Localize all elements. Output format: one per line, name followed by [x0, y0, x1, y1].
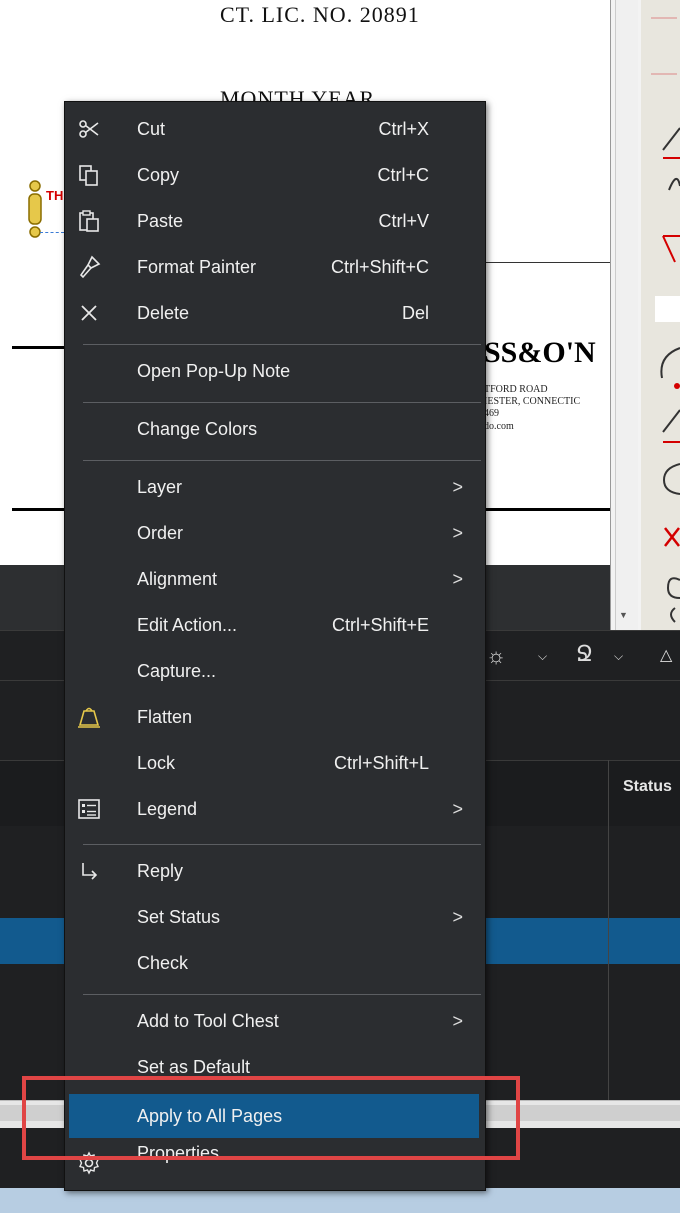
menu-item-shortcut: Ctrl+Shift+L: [333, 753, 429, 773]
chevron-down-icon[interactable]: ⌵: [614, 649, 623, 664]
menu-item-edit-action[interactable]: Edit Action... Ctrl+Shift+E: [65, 602, 485, 648]
menu-item-paste[interactable]: Paste Ctrl+V: [65, 198, 485, 244]
menu-item-copy[interactable]: Copy Ctrl+C: [65, 152, 485, 198]
submenu-arrow-icon: >: [452, 523, 463, 543]
markup-text[interactable]: TH: [46, 188, 63, 203]
menu-item-order[interactable]: Order >: [65, 510, 485, 556]
status-column-header[interactable]: Status: [623, 778, 672, 796]
menu-item-add-to-tool-chest[interactable]: Add to Tool Chest >: [65, 998, 485, 1044]
menu-item-reply[interactable]: Reply: [65, 848, 485, 894]
tool-chest-symbols-icon[interactable]: [641, 0, 680, 630]
firm-name: SS&O'N: [484, 336, 596, 369]
menu-item-delete[interactable]: Delete Del: [65, 290, 485, 336]
status-bar: [0, 1188, 680, 1213]
address-line: IESTER, CONNECTIC: [484, 396, 581, 407]
menu-item-label: Layer: [137, 477, 183, 497]
menu-item-open-popup-note[interactable]: Open Pop-Up Note: [65, 348, 485, 394]
menu-item-shortcut: Ctrl+X: [378, 119, 429, 139]
divider-line: [12, 346, 72, 349]
column-divider: [608, 760, 609, 1100]
menu-item-shortcut: Ctrl+C: [377, 165, 429, 185]
menu-separator: [83, 994, 481, 995]
menu-item-label: Flatten: [137, 707, 193, 727]
menu-item-legend[interactable]: Legend >: [65, 786, 485, 832]
menu-item-change-colors[interactable]: Change Colors: [65, 406, 485, 452]
menu-item-label: Capture...: [137, 661, 217, 681]
reply-arrow-icon: [82, 863, 98, 880]
menu-item-label: Format Painter: [137, 257, 257, 277]
menu-item-label: Lock: [137, 753, 176, 773]
menu-item-set-status[interactable]: Set Status >: [65, 894, 485, 940]
submenu-arrow-icon: >: [452, 907, 463, 927]
menu-item-shortcut: Ctrl+Shift+E: [331, 615, 429, 635]
phone-line: 469: [484, 408, 499, 419]
menu-item-alignment[interactable]: Alignment >: [65, 556, 485, 602]
menu-item-label: Change Colors: [137, 419, 258, 439]
menu-separator: [83, 344, 481, 345]
menu-separator: [83, 460, 481, 461]
menu-item-label: Open Pop-Up Note: [137, 361, 291, 381]
menu-item-shortcut: Ctrl+V: [378, 211, 429, 231]
scissors-icon: [79, 120, 99, 138]
menu-item-label: Check: [137, 953, 189, 973]
close-icon: [81, 305, 97, 321]
menu-separator: [83, 844, 481, 845]
menu-item-label: Alignment: [137, 569, 218, 589]
menu-separator: [83, 402, 481, 403]
copy-icon: [79, 165, 98, 186]
filter-triangle-icon[interactable]: △: [660, 645, 672, 667]
menu-item-label: Add to Tool Chest: [137, 1011, 279, 1031]
markup-selection-line: [40, 232, 64, 233]
menu-item-shortcut: Ctrl+Shift+C: [330, 257, 429, 277]
menu-item-label: Paste: [137, 211, 184, 231]
submenu-arrow-icon: >: [452, 1011, 463, 1031]
menu-item-shortcut: Del: [401, 303, 429, 323]
menu-item-label: Edit Action...: [137, 615, 238, 635]
scroll-down-icon[interactable]: ▼: [619, 610, 628, 620]
markup-resize-handle-icon[interactable]: [24, 180, 46, 238]
menu-item-capture[interactable]: Capture...: [65, 648, 485, 694]
divider-line: [480, 262, 610, 263]
menu-item-label: Order: [137, 523, 184, 543]
divider-line: [12, 508, 72, 511]
chevron-down-icon[interactable]: ⌵: [538, 649, 547, 664]
license-line: CT. LIC. NO. 20891: [220, 2, 420, 27]
menu-item-label: Legend: [137, 799, 198, 819]
paint-brush-icon: [79, 255, 101, 279]
menu-item-check[interactable]: Check: [65, 940, 485, 986]
user-icon[interactable]: Ջ: [576, 643, 593, 665]
web-line: do.com: [484, 421, 514, 432]
legend-icon: [78, 799, 100, 819]
menu-item-cut[interactable]: Cut Ctrl+X: [65, 106, 485, 152]
menu-item-flatten[interactable]: Flatten: [65, 694, 485, 740]
tool-chest-items: [641, 0, 680, 630]
context-menu: Cut Ctrl+X Copy Ctrl+C Paste Ctrl+V Form…: [64, 101, 486, 1191]
menu-item-label: Copy: [137, 165, 180, 185]
flatten-weight-icon: [78, 707, 100, 728]
menu-item-label: Delete: [137, 303, 190, 323]
menu-item-layer[interactable]: Layer >: [65, 464, 485, 510]
submenu-arrow-icon: >: [452, 477, 463, 497]
menu-item-format-painter[interactable]: Format Painter Ctrl+Shift+C: [65, 244, 485, 290]
brightness-icon[interactable]: ☼: [486, 645, 506, 667]
callout-highlight-box: [22, 1076, 520, 1160]
submenu-arrow-icon: >: [452, 569, 463, 589]
submenu-arrow-icon: >: [452, 799, 463, 819]
menu-item-label: Cut: [137, 119, 166, 139]
address-line: TFORD ROAD: [484, 384, 548, 395]
divider-line: [484, 508, 610, 511]
vertical-scrollbar[interactable]: [615, 0, 638, 630]
menu-item-label: Reply: [137, 861, 184, 881]
menu-item-lock[interactable]: Lock Ctrl+Shift+L: [65, 740, 485, 786]
paste-icon: [79, 210, 99, 232]
menu-item-label: Set Status: [137, 907, 221, 927]
